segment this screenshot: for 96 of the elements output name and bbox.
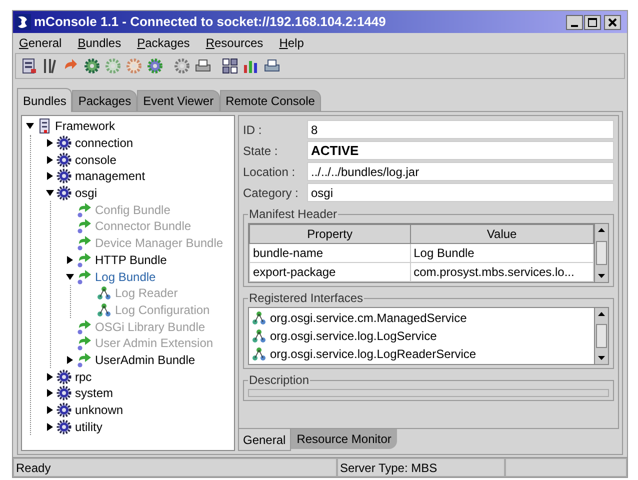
list-item[interactable]: org.osgi.service.log.LogService [270, 327, 437, 345]
maximize-icon [588, 18, 597, 26]
tab[interactable]: Event Viewer [137, 90, 220, 111]
network-icon [251, 346, 267, 362]
arrow-icon [76, 218, 92, 234]
tab[interactable]: Resource Monitor [290, 429, 398, 449]
app-logo-icon [15, 14, 31, 30]
gear-icon[interactable] [173, 57, 191, 75]
gear-icon [56, 135, 72, 152]
tree-item[interactable]: Log Bundle [95, 268, 156, 286]
text-field[interactable]: osgi [307, 183, 614, 202]
table-cell: com.prosyst.mbs.services.lo... [410, 262, 594, 282]
column-header[interactable]: Value [410, 224, 594, 244]
text-field[interactable]: 8 [307, 120, 614, 139]
description-field[interactable] [248, 389, 609, 397]
maximize-button[interactable] [584, 14, 601, 30]
grid-icon[interactable] [221, 57, 239, 75]
gear-icon [56, 418, 72, 435]
expand-icon[interactable] [66, 256, 74, 264]
tab[interactable]: Remote Console [220, 90, 321, 111]
text-field[interactable]: ACTIVE [307, 141, 614, 160]
menu-item[interactable]: Bundles [78, 34, 122, 52]
field-label: ID : [243, 122, 263, 138]
network-icon [251, 310, 267, 326]
gear-icon [56, 385, 72, 402]
expand-icon[interactable] [46, 422, 54, 431]
gear-icon[interactable] [146, 57, 164, 75]
arrow-icon [76, 235, 92, 252]
tree-item[interactable]: HTTP Bundle [95, 250, 167, 269]
network-icon [96, 302, 112, 318]
table-cell: bundle-name [250, 244, 410, 262]
tree-item[interactable]: management [75, 167, 146, 186]
arrow-icon [76, 202, 92, 218]
window-title: mConsole 1.1 - Connected to socket://192.168.104.2:1449 [34, 13, 387, 32]
gear-icon [56, 168, 72, 184]
expand-icon[interactable] [46, 389, 54, 398]
table-cell: Log Bundle [410, 244, 594, 262]
group-title: Registered Interfaces [248, 290, 364, 307]
text-field[interactable]: ../../../bundles/log.jar [307, 162, 614, 181]
network-icon [96, 285, 112, 302]
tab[interactable]: General [238, 429, 291, 451]
network-icon [251, 328, 267, 344]
arrow-icon [76, 352, 92, 368]
gear-icon[interactable] [83, 57, 101, 75]
minimize-icon [571, 24, 578, 26]
arrow-icon [76, 268, 92, 285]
scrollbar-thumb[interactable] [596, 241, 607, 265]
list-item[interactable]: org.osgi.service.cm.ManagedService [270, 309, 467, 327]
expand-icon[interactable] [46, 156, 54, 164]
tree-item[interactable]: unknown [75, 401, 124, 420]
tree-item[interactable]: Framework [55, 117, 116, 136]
tree-item[interactable]: utility [75, 418, 102, 436]
expand-icon[interactable] [46, 406, 54, 414]
collapse-icon[interactable] [26, 122, 34, 130]
close-icon [608, 18, 617, 26]
status-field: Ready [13, 458, 337, 477]
gear-icon [56, 185, 72, 202]
group-title: Manifest Header [248, 206, 338, 223]
column-header[interactable]: Property [250, 224, 410, 244]
status-field: Server Type: MBS [337, 458, 505, 477]
tab[interactable]: Packages [72, 90, 138, 111]
menu-item[interactable]: Help [279, 34, 304, 52]
expand-icon[interactable] [66, 356, 74, 364]
tree-item[interactable]: osgi [75, 184, 98, 202]
field-label: Category : [243, 184, 300, 202]
menu-item[interactable]: General [19, 34, 62, 52]
arrow-icon [76, 335, 92, 352]
field-label: State : [243, 142, 279, 160]
close-button[interactable] [604, 14, 621, 30]
gear-icon [56, 152, 72, 168]
group-title: Description [248, 372, 310, 389]
tab[interactable]: Bundles [17, 88, 72, 112]
scrollbar-thumb[interactable] [596, 324, 607, 348]
expand-icon[interactable] [46, 139, 54, 148]
collapse-icon[interactable] [66, 272, 74, 281]
table-cell: export-package [250, 262, 410, 282]
field-label: Location : [243, 164, 296, 180]
tree-item[interactable]: rpc [75, 368, 92, 386]
scrollbar[interactable] [594, 308, 608, 364]
menu-item[interactable]: Packages [137, 34, 190, 52]
tree-item[interactable]: console [75, 150, 116, 169]
server-icon[interactable] [20, 57, 38, 75]
scrollbar[interactable] [594, 224, 608, 282]
expand-icon[interactable] [46, 172, 54, 180]
arrow-icon [76, 318, 92, 335]
tree-item[interactable]: connection [75, 134, 134, 152]
collapse-icon[interactable] [46, 189, 54, 198]
arrow-icon [76, 252, 92, 268]
list-item[interactable]: org.osgi.service.log.LogReaderService [270, 345, 476, 363]
gear-icon [56, 402, 72, 418]
menu-item[interactable]: Resources [206, 34, 264, 52]
minimize-button[interactable] [566, 14, 583, 30]
expand-icon[interactable] [46, 372, 54, 381]
tree-item[interactable]: system [75, 384, 114, 402]
tree-item[interactable]: UserAdmin Bundle [95, 350, 196, 369]
gear-icon [56, 368, 72, 385]
